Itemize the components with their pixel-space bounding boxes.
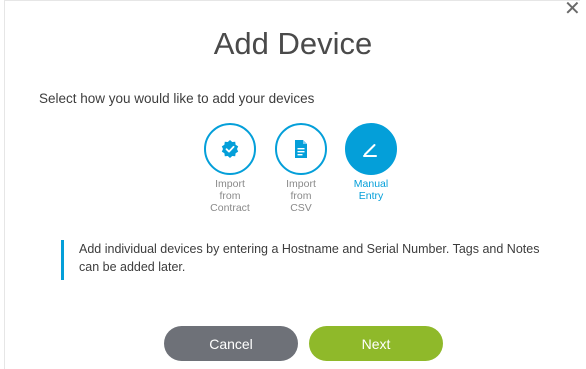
manual-entry-circle[interactable] [345, 123, 397, 175]
pencil-icon [363, 144, 377, 157]
cancel-button[interactable]: Cancel [164, 326, 298, 361]
option-label: Import from Contract [210, 178, 250, 214]
dialog-title: Add Device [213, 26, 373, 61]
document-icon [295, 140, 307, 158]
import-contract-circle[interactable] [204, 123, 256, 175]
dialog-subtitle: Select how you would like to add your de… [39, 91, 315, 106]
option-label: Manual Entry [353, 178, 389, 202]
verified-badge-icon [221, 140, 239, 158]
import-csv-circle[interactable] [275, 123, 327, 175]
close-icon[interactable]: ✕ [564, 0, 581, 19]
option-manual-entry[interactable]: Manual Entry [341, 123, 401, 202]
next-button[interactable]: Next [309, 326, 443, 361]
option-import-from-csv[interactable]: Import from CSV [271, 123, 331, 214]
add-method-options: Import from Contract Import from CSV Man… [200, 123, 400, 223]
info-text: Add individual devices by entering a Hos… [79, 242, 540, 274]
option-label: Import from CSV [286, 178, 316, 214]
option-import-from-contract[interactable]: Import from Contract [200, 123, 260, 214]
info-callout: Add individual devices by entering a Hos… [61, 240, 541, 280]
